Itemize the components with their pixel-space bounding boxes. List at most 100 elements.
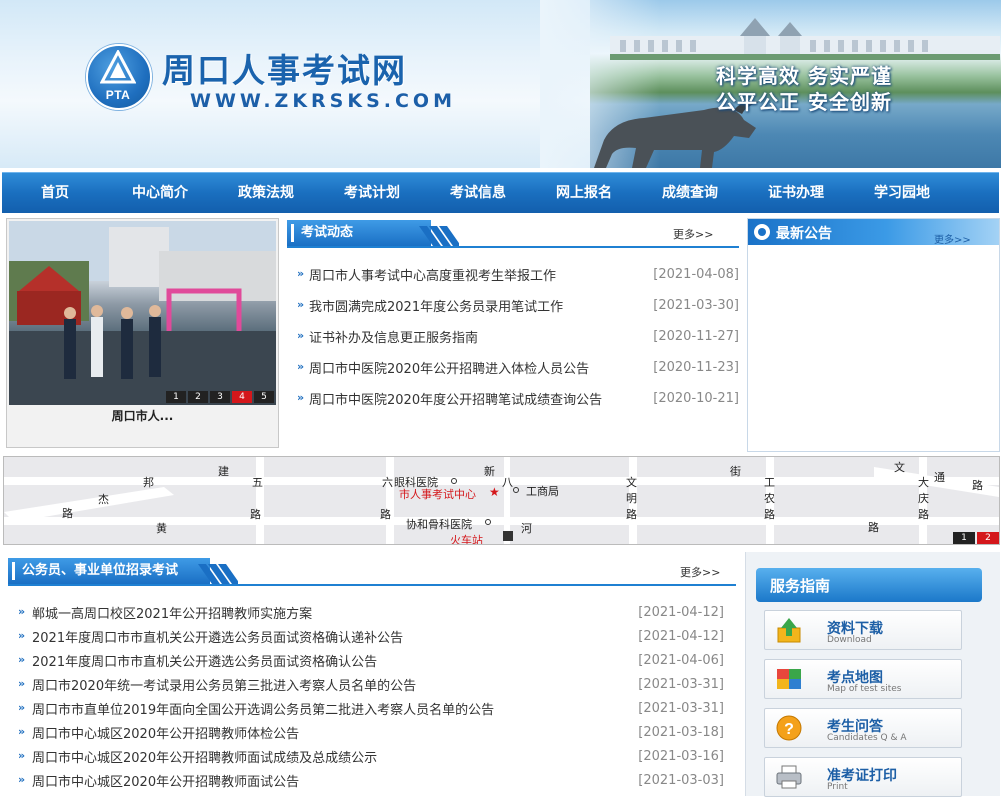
nav-exam-info[interactable]: 考试信息 bbox=[425, 173, 531, 213]
exam-news-list: » 周口市人事考试中心高度重视考生举报工作 [2021-04-08] » 我市圆… bbox=[297, 263, 739, 418]
list-item: » 周口市人事考试中心高度重视考生举报工作 [2021-04-08] bbox=[297, 263, 739, 294]
map-label: 通 bbox=[934, 471, 945, 484]
news-date: [2020-11-27] bbox=[653, 329, 739, 344]
nav-score-query[interactable]: 成绩查询 bbox=[637, 173, 743, 213]
nav-exam-plan[interactable]: 考试计划 bbox=[319, 173, 425, 213]
news-title[interactable]: 周口市中医院2020年度公开招聘笔试成绩查询公告 bbox=[309, 389, 602, 408]
recruit-header: 公务员、事业单位招录考试 更多>> bbox=[8, 558, 736, 586]
list-item: » 周口市中医院2020年公开招聘进入体检人员公告 [2020-11-23] bbox=[297, 356, 739, 387]
candidates-qa-sublabel: Candidates Q & A bbox=[827, 733, 907, 743]
test-site-map-sublabel: Map of test sites bbox=[827, 684, 902, 694]
map-place-train-station: 火车站 bbox=[450, 534, 483, 545]
list-item: » 2021年度周口市市直机关公开遴选公务员面试资格确认公告 [2021-04-… bbox=[18, 649, 724, 673]
slogan-line-2: 公平公正 安全创新 bbox=[716, 90, 892, 114]
bullet-icon: » bbox=[18, 605, 26, 618]
news-date: [2020-10-21] bbox=[653, 391, 739, 406]
map-label: 文 bbox=[626, 476, 637, 489]
map-label: 黄 bbox=[156, 522, 167, 535]
admission-ticket-print-button[interactable]: 准考证打印 Print bbox=[764, 757, 962, 797]
slideshow-page-1[interactable]: 1 bbox=[166, 391, 186, 403]
news-date: [2021-03-31] bbox=[638, 677, 724, 692]
news-date: [2021-03-03] bbox=[638, 773, 724, 788]
download-button[interactable]: 资料下载 Download bbox=[764, 610, 962, 650]
map-label: 街 bbox=[730, 465, 741, 478]
list-item: » 2021年度周口市市直机关公开遴选公务员面试资格确认递补公告 [2021-0… bbox=[18, 625, 724, 649]
list-item: » 周口市市直单位2019年面向全国公开选调公务员第二批进入考察人员名单的公告 … bbox=[18, 697, 724, 721]
test-site-map-button[interactable]: 考点地图 Map of test sites bbox=[764, 659, 962, 699]
slideshow-photo[interactable]: 1 2 3 4 5 bbox=[9, 221, 276, 405]
slideshow-page-3[interactable]: 3 bbox=[210, 391, 230, 403]
nav-online-registration[interactable]: 网上报名 bbox=[531, 173, 637, 213]
map-label: 工 bbox=[764, 476, 775, 489]
bullet-icon: » bbox=[18, 773, 26, 786]
news-title[interactable]: 证书补办及信息更正服务指南 bbox=[309, 327, 478, 346]
service-guide-title: 服务指南 bbox=[770, 577, 831, 595]
news-title[interactable]: 周口市2020年统一考试录用公务员第三批进入考察人员名单的公告 bbox=[32, 675, 416, 694]
service-guide-header: 服务指南 bbox=[756, 568, 982, 602]
banner-building-image bbox=[610, 18, 1000, 60]
recruit-more-link[interactable]: 更多>> bbox=[680, 564, 720, 580]
news-title[interactable]: 郸城一高周口校区2021年公开招聘教师实施方案 bbox=[32, 603, 312, 622]
list-item: » 周口市中心城区2020年公开招聘教师面试成绩及总成绩公示 [2021-03-… bbox=[18, 745, 724, 769]
slogan-line-1: 科学高效 务实严谨 bbox=[716, 64, 892, 88]
notice-more-link[interactable]: 更多>> bbox=[934, 231, 971, 246]
location-map[interactable]: 建 新 街 文 通 邦 杰 路 黄 河 五 路 六 路 八 文 明 路 工 农 … bbox=[3, 456, 1000, 545]
map-label: 路 bbox=[62, 507, 73, 520]
map-icon bbox=[777, 669, 801, 689]
news-title[interactable]: 周口市中心城区2020年公开招聘教师体检公告 bbox=[32, 723, 299, 742]
news-date: [2020-11-23] bbox=[653, 360, 739, 375]
logo-text: PTA bbox=[105, 88, 131, 102]
map-label: 杰 bbox=[98, 493, 109, 506]
list-item: » 周口市2020年统一考试录用公务员第三批进入考察人员名单的公告 [2021-… bbox=[18, 673, 724, 697]
site-url: WWW.ZKRSKS.COM bbox=[190, 90, 456, 112]
nav-about[interactable]: 中心简介 bbox=[107, 173, 213, 213]
question-icon: ? bbox=[776, 715, 802, 741]
map-label: 明 bbox=[626, 492, 637, 505]
news-date: [2021-03-18] bbox=[638, 725, 724, 740]
slideshow-image bbox=[9, 221, 276, 405]
logo-triangle-icon bbox=[100, 50, 136, 84]
news-title[interactable]: 我市圆满完成2021年度公务员录用笔试工作 bbox=[309, 296, 563, 315]
bullet-icon: » bbox=[18, 677, 26, 690]
news-title[interactable]: 2021年度周口市市直机关公开遴选公务员面试资格确认递补公告 bbox=[32, 627, 403, 646]
download-sublabel: Download bbox=[827, 635, 872, 645]
map-label: 建 bbox=[218, 465, 229, 478]
slideshow-page-2[interactable]: 2 bbox=[188, 391, 208, 403]
news-title[interactable]: 周口市市直单位2019年面向全国公开选调公务员第二批进入考察人员名单的公告 bbox=[32, 699, 494, 718]
news-title[interactable]: 周口市人事考试中心高度重视考生举报工作 bbox=[309, 265, 556, 284]
nav-policy[interactable]: 政策法规 bbox=[213, 173, 319, 213]
news-title[interactable]: 周口市中心城区2020年公开招聘教师面试成绩及总成绩公示 bbox=[32, 747, 377, 766]
map-label: 大 bbox=[918, 476, 929, 489]
map-label: 路 bbox=[626, 508, 637, 521]
slideshow-pager: 1 2 3 4 5 bbox=[166, 391, 274, 403]
bullet-icon: » bbox=[18, 629, 26, 642]
map-page-2[interactable]: 2 bbox=[977, 532, 999, 544]
candidates-qa-button[interactable]: ? 考生问答 Candidates Q & A bbox=[764, 708, 962, 748]
bullet-icon: » bbox=[297, 298, 305, 311]
map-place-exam-center: 市人事考试中心 bbox=[399, 488, 476, 501]
news-title[interactable]: 2021年度周口市市直机关公开遴选公务员面试资格确认公告 bbox=[32, 651, 377, 670]
map-label: 路 bbox=[764, 508, 775, 521]
nav-certificate[interactable]: 证书办理 bbox=[743, 173, 849, 213]
nav-home[interactable]: 首页 bbox=[2, 173, 108, 213]
list-item: » 周口市中心城区2020年公开招聘教师体检公告 [2021-03-18] bbox=[18, 721, 724, 745]
map-label: 农 bbox=[764, 492, 775, 505]
news-title[interactable]: 周口市中心城区2020年公开招聘教师面试公告 bbox=[32, 771, 299, 790]
slideshow-caption[interactable]: 周口市人... bbox=[7, 407, 278, 424]
list-item: » 我市圆满完成2021年度公务员录用笔试工作 [2021-03-30] bbox=[297, 294, 739, 325]
news-date: [2021-03-31] bbox=[638, 701, 724, 716]
slideshow-page-5[interactable]: 5 bbox=[254, 391, 274, 403]
map-label: 邦 bbox=[143, 476, 154, 489]
admission-ticket-print-sublabel: Print bbox=[827, 782, 848, 792]
exam-news-more-link[interactable]: 更多>> bbox=[673, 226, 713, 242]
exam-news-header: 考试动态 更多>> bbox=[287, 220, 739, 248]
map-label: 路 bbox=[972, 479, 983, 492]
map-page-1[interactable]: 1 bbox=[953, 532, 975, 544]
bullet-icon: » bbox=[18, 725, 26, 738]
map-label: 路 bbox=[868, 521, 879, 534]
notice-header: 最新公告 更多>> bbox=[748, 219, 999, 246]
news-title[interactable]: 周口市中医院2020年公开招聘进入体检人员公告 bbox=[309, 358, 589, 377]
slideshow-page-4[interactable]: 4 bbox=[232, 391, 252, 403]
notice-icon bbox=[754, 224, 770, 240]
nav-study[interactable]: 学习园地 bbox=[849, 173, 955, 213]
